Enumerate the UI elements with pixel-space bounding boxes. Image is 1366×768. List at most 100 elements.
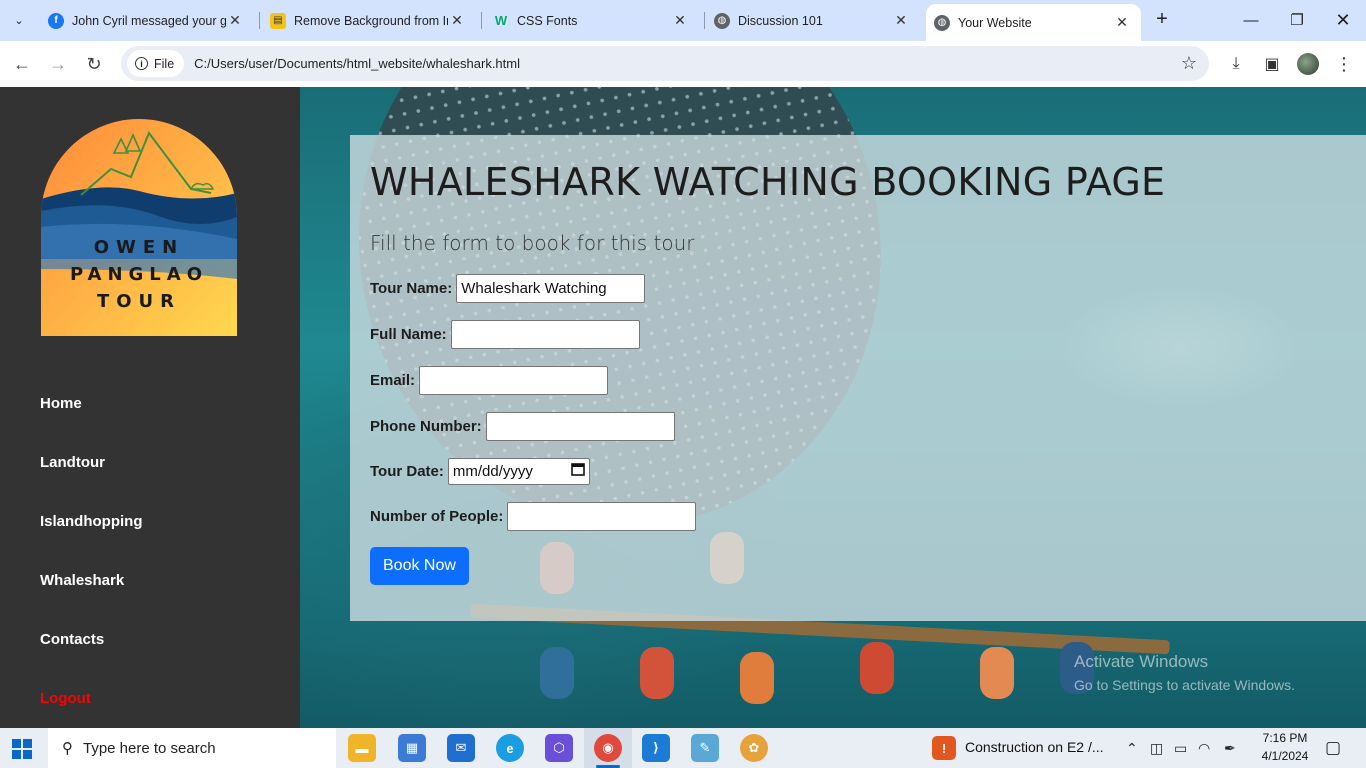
new-tab-button[interactable]: + bbox=[1150, 8, 1174, 32]
vscode-icon[interactable]: ⟩ bbox=[642, 734, 670, 762]
notification-center-icon[interactable]: ▢ bbox=[1325, 738, 1341, 758]
copilot-icon[interactable]: ⬡ bbox=[545, 734, 573, 762]
calendar-icon[interactable] bbox=[571, 462, 585, 480]
close-icon[interactable]: ✕ bbox=[448, 12, 466, 29]
info-icon: i bbox=[135, 57, 148, 70]
tab-discussion[interactable]: ◍ Discussion 101 ✕ bbox=[710, 0, 920, 41]
w3schools-icon: W bbox=[494, 13, 508, 28]
search-icon: ⚲ bbox=[62, 740, 73, 757]
snorkeler bbox=[860, 642, 894, 694]
activate-windows-hint: Go to Settings to activate Windows. bbox=[1074, 677, 1295, 693]
battery-icon[interactable]: ▭ bbox=[1174, 740, 1187, 757]
nav-logout[interactable]: Logout bbox=[40, 690, 91, 707]
full-name-row: Full Name: bbox=[370, 319, 640, 349]
tab-separator bbox=[481, 12, 482, 29]
web-page: OWEN PANGLAO TOUR Home Landtour Islandho… bbox=[0, 87, 1366, 728]
restore-button[interactable]: ❐ bbox=[1274, 0, 1320, 40]
tour-name-label: Tour Name: bbox=[370, 279, 453, 297]
site-info-chip[interactable]: i File bbox=[127, 50, 185, 77]
window-close-button[interactable]: ✕ bbox=[1320, 0, 1366, 40]
snorkeler bbox=[980, 647, 1014, 699]
tour-name-input[interactable] bbox=[456, 273, 646, 303]
tab-css-fonts[interactable]: W CSS Fonts ✕ bbox=[489, 0, 699, 41]
taskbar-search[interactable]: ⚲ Type here to search bbox=[48, 728, 336, 768]
browser-toolbar: ← → ↻ i File C:/Users/user/Documents/htm… bbox=[0, 41, 1366, 87]
close-icon[interactable]: ✕ bbox=[1113, 14, 1131, 31]
traffic-alert-icon[interactable]: ! bbox=[932, 736, 956, 760]
chevron-down-icon: ⌄ bbox=[14, 14, 24, 27]
email-label: Email: bbox=[370, 371, 416, 389]
reload-button[interactable]: ↻ bbox=[79, 49, 109, 79]
full-name-label: Full Name: bbox=[370, 325, 447, 343]
remove-bg-icon: ▤ bbox=[270, 12, 286, 29]
clock-date[interactable]: 4/1/2024 bbox=[1258, 749, 1312, 763]
activate-windows-title: Activate Windows bbox=[1074, 652, 1209, 671]
tour-date-row: Tour Date: mm/dd/yyyy bbox=[370, 456, 590, 486]
nav-home[interactable]: Home bbox=[40, 395, 82, 412]
tab-title: Your Website bbox=[958, 15, 1032, 30]
tab-remove-background[interactable]: ▤ Remove Background from Im ✕ bbox=[266, 0, 476, 41]
edge-icon[interactable]: e bbox=[496, 734, 524, 762]
forward-button[interactable]: → bbox=[43, 49, 73, 79]
people-label: Number of People: bbox=[370, 507, 504, 525]
windows-taskbar: ⚲ Type here to search ▬ ▦ ✉ e ⬡ ◉ ⟩ ✎ ✿ … bbox=[0, 728, 1366, 768]
nav-whaleshark[interactable]: Whaleshark bbox=[40, 572, 124, 589]
chrome-icon[interactable]: ◉ bbox=[594, 734, 622, 762]
nav-islandhopping[interactable]: Islandhopping bbox=[40, 513, 143, 530]
people-row: Number of People: bbox=[370, 501, 697, 531]
pen-icon[interactable]: ✒ bbox=[1224, 740, 1236, 757]
file-explorer-icon[interactable]: ▬ bbox=[348, 734, 376, 762]
tab-strip: ⌄ f John Cyril messaged your gr ✕ ▤ Remo… bbox=[0, 0, 1366, 41]
tab-facebook[interactable]: f John Cyril messaged your gr ✕ bbox=[44, 0, 254, 41]
chevron-up-icon[interactable]: ⌃ bbox=[1126, 740, 1138, 757]
form-subtitle: Fill the form to book for this tour bbox=[370, 231, 695, 255]
close-icon[interactable]: ✕ bbox=[226, 12, 244, 29]
tour-date-input[interactable]: mm/dd/yyyy bbox=[447, 457, 590, 485]
close-icon[interactable]: ✕ bbox=[671, 12, 689, 29]
snorkeler bbox=[540, 647, 574, 699]
news-notification[interactable]: Construction on E2 /... bbox=[965, 739, 1104, 755]
close-icon[interactable]: ✕ bbox=[892, 12, 910, 29]
profile-avatar[interactable] bbox=[1297, 53, 1319, 75]
phone-label: Phone Number: bbox=[370, 417, 482, 435]
menu-kebab-icon[interactable]: ⋮ bbox=[1333, 53, 1355, 75]
tab-your-website[interactable]: ◍ Your Website ✕ bbox=[926, 4, 1141, 41]
side-panel-icon[interactable]: ▣ bbox=[1261, 53, 1283, 75]
back-button[interactable]: ← bbox=[7, 49, 37, 79]
tab-search-button[interactable]: ⌄ bbox=[6, 7, 32, 33]
tab-separator bbox=[259, 12, 260, 29]
wifi-icon[interactable]: ◠ bbox=[1198, 740, 1210, 757]
tab-title: CSS Fonts bbox=[517, 13, 578, 28]
mail-icon[interactable]: ✉ bbox=[447, 734, 475, 762]
clock-time[interactable]: 7:16 PM bbox=[1260, 731, 1310, 745]
tab-title: John Cyril messaged your gr bbox=[72, 13, 226, 28]
download-icon[interactable]: ⤓ bbox=[1225, 53, 1247, 75]
taskbar-search-placeholder: Type here to search bbox=[83, 739, 216, 757]
nav-contacts[interactable]: Contacts bbox=[40, 631, 104, 648]
meet-icon[interactable]: ◫ bbox=[1150, 740, 1163, 757]
site-logo[interactable]: OWEN PANGLAO TOUR bbox=[41, 119, 237, 336]
page-title: WHALESHARK WATCHING BOOKING PAGE bbox=[370, 160, 1166, 204]
phone-input[interactable] bbox=[485, 411, 675, 441]
bookmark-star-icon[interactable]: ☆ bbox=[1181, 53, 1197, 74]
notepad-icon[interactable]: ✎ bbox=[691, 734, 719, 762]
nav-landtour[interactable]: Landtour bbox=[40, 454, 105, 471]
logo-text-line2: PANGLAO bbox=[70, 264, 208, 285]
logo-text-line3: TOUR bbox=[97, 291, 181, 312]
email-input[interactable] bbox=[419, 365, 609, 395]
windows-start-icon[interactable] bbox=[12, 739, 32, 759]
snorkeler bbox=[740, 652, 774, 704]
booking-form-panel: WHALESHARK WATCHING BOOKING PAGE Fill th… bbox=[350, 135, 1366, 621]
address-bar[interactable]: i File C:/Users/user/Documents/html_webs… bbox=[121, 46, 1209, 81]
book-now-button[interactable]: Book Now bbox=[370, 547, 469, 585]
people-input[interactable] bbox=[507, 501, 697, 531]
url-text[interactable]: C:/Users/user/Documents/html_website/wha… bbox=[194, 56, 520, 71]
microsoft-store-icon[interactable]: ▦ bbox=[398, 734, 426, 762]
tour-date-label: Tour Date: bbox=[370, 462, 444, 480]
full-name-input[interactable] bbox=[450, 319, 640, 349]
paint-icon[interactable]: ✿ bbox=[740, 734, 768, 762]
sidebar: OWEN PANGLAO TOUR Home Landtour Islandho… bbox=[0, 87, 300, 728]
site-chip-label: File bbox=[154, 56, 175, 71]
tab-title: Remove Background from Im bbox=[294, 13, 448, 28]
minimize-button[interactable]: — bbox=[1228, 0, 1274, 40]
